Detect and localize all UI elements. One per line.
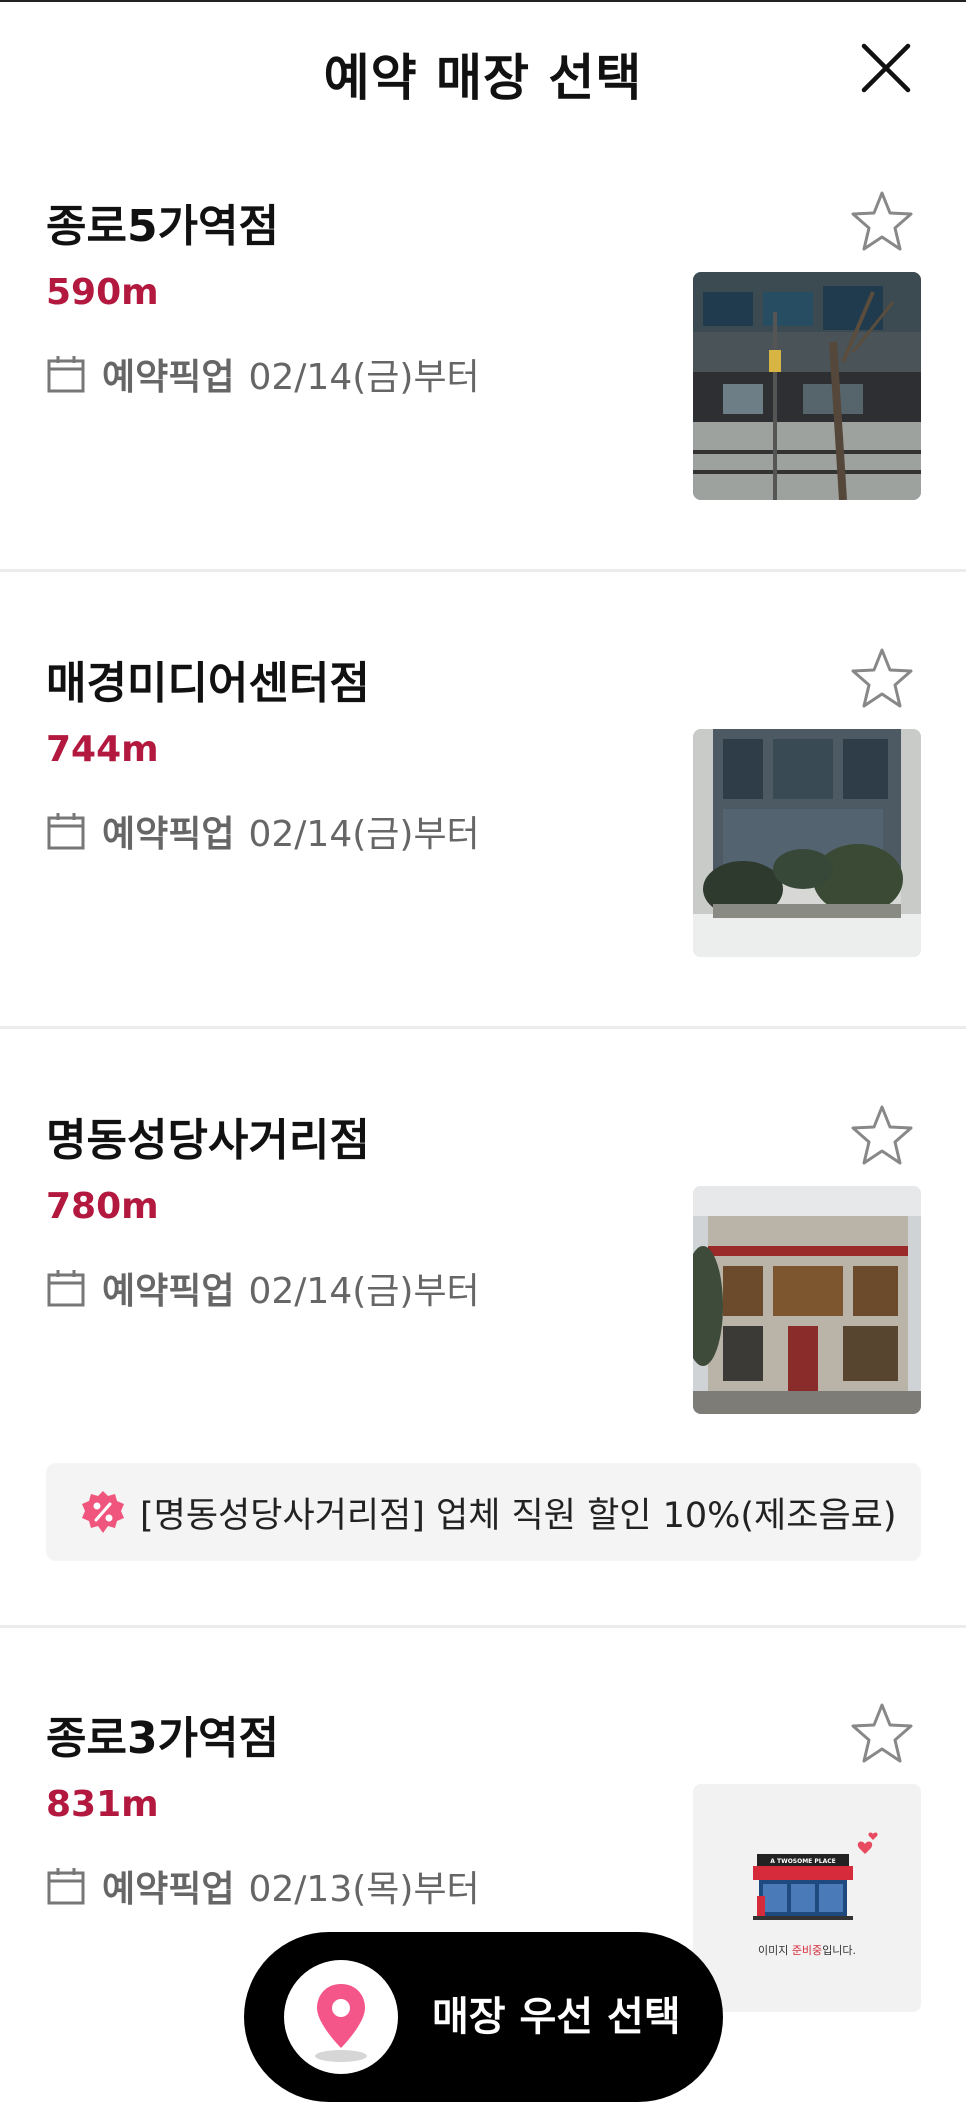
pickup-label: 예약픽업 (102, 357, 235, 398)
pickup-date: 02/14(금)부터 (248, 1271, 480, 1312)
promo-text: [명동성당사거리점] 업체 직원 할인 10%(제조음료) (140, 1495, 897, 1536)
store-photo-placeholder: A TWOSOME PLACE 이미지 준비중입니다. (693, 1784, 921, 2012)
select-store-first-button[interactable]: 매장 우선 선택 (244, 1932, 723, 2102)
store-photo (693, 1186, 921, 1414)
store-distance: 590m (46, 272, 159, 313)
calendar-icon (47, 1868, 85, 1905)
store-distance: 831m (46, 1784, 159, 1825)
promo-banner[interactable]: [명동성당사거리점] 업체 직원 할인 10%(제조음료) (46, 1463, 921, 1561)
store-name: 종로3가역점 (46, 1713, 280, 1764)
star-outline-icon (851, 1703, 913, 1763)
store-select-page: 예약 매장 선택 종로5가역점 590m 예약픽업 02/14(금)부터 매경미… (0, 0, 966, 2117)
store-distance: 780m (46, 1186, 159, 1227)
pickup-date: 02/13(목)부터 (248, 1869, 480, 1910)
placeholder-sign: A TWOSOME PLACE (770, 1858, 836, 1865)
favorite-button[interactable] (850, 1104, 914, 1166)
svg-text:이미지 준비중입니다.: 이미지 준비중입니다. (758, 1944, 856, 1957)
star-outline-icon (851, 648, 913, 708)
pickup-date: 02/14(금)부터 (248, 814, 480, 855)
pickup-label: 예약픽업 (102, 1869, 235, 1910)
favorite-button[interactable] (850, 647, 914, 709)
pin-circle (284, 1960, 398, 2074)
placeholder-text-a: 이미지 (758, 1944, 792, 1957)
placeholder-text-c: 입니다. (822, 1944, 856, 1957)
select-store-first-label: 매장 우선 선택 (432, 1994, 681, 2040)
store-item[interactable]: 매경미디어센터점 744m 예약픽업 02/14(금)부터 (0, 647, 966, 1029)
header: 예약 매장 선택 (0, 2, 966, 142)
placeholder-text-b: 준비중 (792, 1944, 822, 1957)
store-item[interactable]: 명동성당사거리점 780m 예약픽업 02/14(금)부터 [명동성당사거리점]… (0, 1104, 966, 1628)
discount-icon (82, 1491, 124, 1533)
calendar-icon (47, 1270, 85, 1307)
store-name: 매경미디어센터점 (46, 658, 370, 709)
calendar-icon (47, 813, 85, 850)
close-button[interactable] (860, 42, 912, 94)
close-icon (861, 43, 911, 93)
pickup-info: 예약픽업 02/14(금)부터 (46, 350, 480, 398)
pickup-label: 예약픽업 (102, 1271, 235, 1312)
store-photo (693, 272, 921, 500)
location-pin-icon (315, 1984, 367, 2062)
pickup-date: 02/14(금)부터 (248, 357, 480, 398)
store-name: 명동성당사거리점 (46, 1115, 370, 1166)
pickup-info: 예약픽업 02/13(목)부터 (46, 1862, 480, 1910)
favorite-button[interactable] (850, 1702, 914, 1764)
pickup-label: 예약픽업 (102, 814, 235, 855)
store-name: 종로5가역점 (46, 201, 280, 252)
star-outline-icon (851, 191, 913, 251)
page-title: 예약 매장 선택 (323, 49, 643, 107)
calendar-icon (47, 356, 85, 393)
pickup-info: 예약픽업 02/14(금)부터 (46, 807, 480, 855)
star-outline-icon (851, 1105, 913, 1165)
store-item[interactable]: 종로5가역점 590m 예약픽업 02/14(금)부터 (0, 190, 966, 572)
store-photo (693, 729, 921, 957)
store-distance: 744m (46, 729, 159, 770)
favorite-button[interactable] (850, 190, 914, 252)
pickup-info: 예약픽업 02/14(금)부터 (46, 1264, 480, 1312)
